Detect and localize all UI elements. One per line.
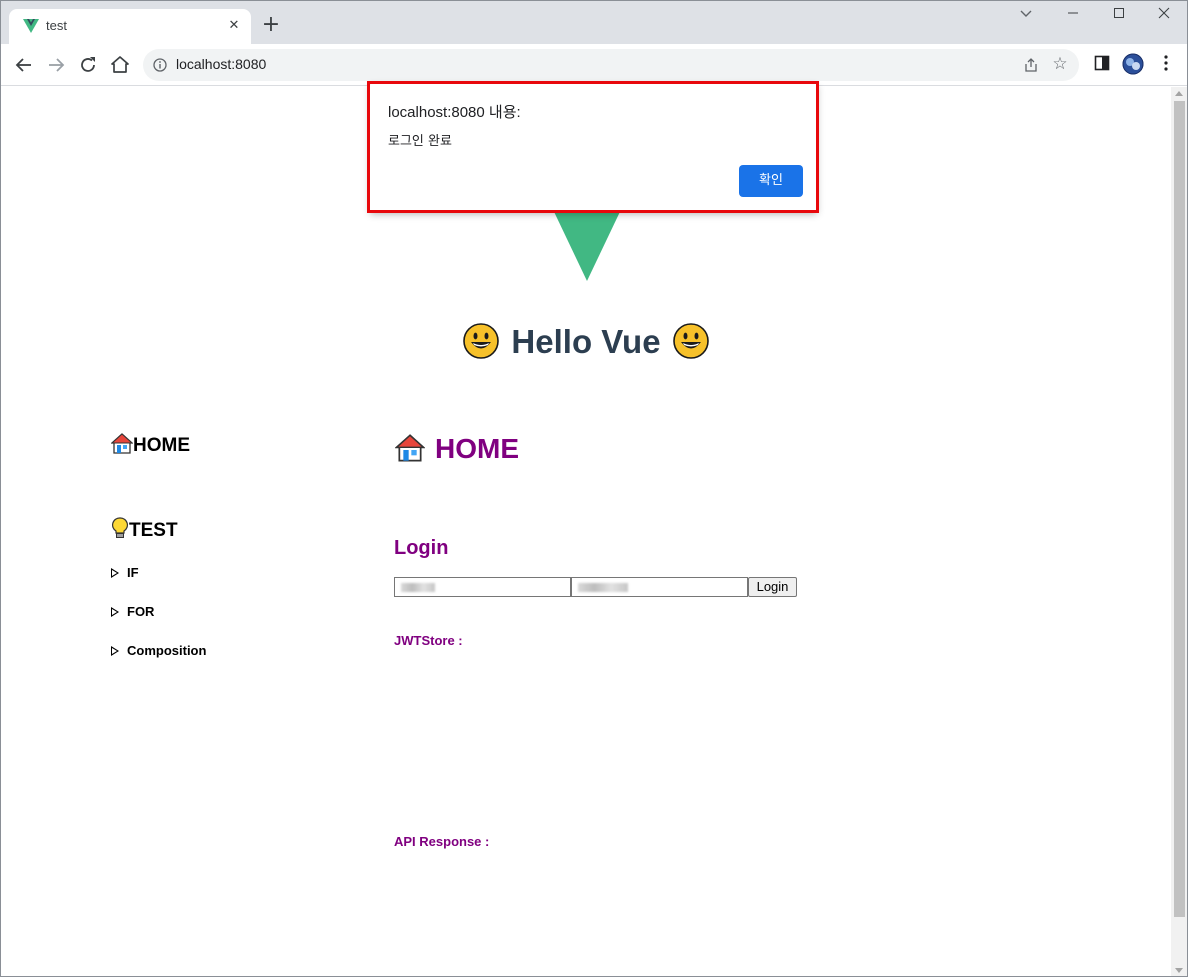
sidebar-item-composition[interactable]: Composition (111, 643, 206, 658)
jwt-store-label: JWTStore : (394, 633, 463, 648)
sidebar-item-label: Composition (127, 643, 207, 658)
browser-window: test ✕ + localhost:8080 ☆ Hello Vue HOME… (0, 0, 1188, 977)
more-menu-icon[interactable] (1159, 54, 1173, 76)
maximize-button[interactable] (1104, 5, 1134, 27)
minimize-button[interactable] (1058, 5, 1088, 27)
back-button[interactable] (11, 52, 37, 78)
hello-text: Hello Vue (511, 323, 661, 360)
login-title: Login (394, 537, 449, 559)
scroll-up-icon[interactable] (1175, 91, 1183, 96)
address-bar[interactable]: localhost:8080 ☆ (143, 49, 1079, 81)
home-button[interactable] (107, 52, 133, 78)
sidebar-home-label: HOME (133, 435, 190, 456)
api-response-label: API Response : (394, 834, 490, 849)
forward-arrow-icon (49, 58, 65, 72)
profile-avatar[interactable] (1122, 53, 1144, 79)
house-icon (110, 433, 134, 454)
login-button[interactable]: Login (748, 577, 797, 597)
sidebar-item-for[interactable]: FOR (111, 604, 154, 619)
close-tab-icon[interactable]: ✕ (225, 17, 243, 35)
forward-button[interactable] (43, 52, 69, 78)
lightbulb-icon (112, 517, 128, 538)
tab-test[interactable]: test ✕ (9, 9, 251, 44)
share-icon[interactable] (1023, 57, 1039, 73)
sidebar-test-label: TEST (129, 520, 178, 541)
username-input[interactable] (394, 577, 571, 597)
sidebar-home-link[interactable]: HOME (110, 433, 190, 457)
scroll-down-icon[interactable] (1175, 968, 1183, 973)
triangle-right-icon (111, 568, 119, 578)
browser-toolbar: localhost:8080 ☆ (1, 44, 1187, 86)
blurred-value (401, 583, 435, 592)
scrollbar-thumb[interactable] (1174, 101, 1185, 917)
page-scrollbar[interactable] (1171, 87, 1187, 976)
main-home-label: HOME (435, 433, 519, 464)
back-arrow-icon (15, 58, 31, 72)
tab-strip: test ✕ + (1, 1, 1187, 44)
grinning-face-icon (672, 323, 709, 359)
blurred-value (578, 583, 628, 592)
tab-search-icon[interactable] (1011, 5, 1041, 27)
dialog-highlight-box (367, 81, 819, 213)
sidebar-test-heading: TEST (111, 517, 178, 542)
close-window-button[interactable] (1149, 5, 1179, 27)
main-home-title: HOME (394, 433, 519, 465)
triangle-right-icon (111, 607, 119, 617)
url-text: localhost:8080 (176, 56, 267, 72)
bookmark-star-icon[interactable]: ☆ (1050, 54, 1070, 74)
page-content: Hello Vue HOME TEST IF FOR Composition H… (1, 87, 1171, 976)
house-icon (394, 434, 426, 462)
sidebar-item-label: IF (127, 565, 139, 580)
vue-favicon-icon (23, 19, 39, 33)
home-icon (111, 56, 129, 73)
new-tab-button[interactable]: + (259, 14, 283, 38)
side-panel-icon[interactable] (1093, 54, 1111, 76)
triangle-right-icon (111, 646, 119, 656)
reload-button[interactable] (75, 52, 101, 78)
reload-icon (81, 57, 95, 72)
grinning-face-icon (463, 323, 500, 359)
password-input[interactable] (571, 577, 748, 597)
site-info-icon[interactable] (153, 58, 167, 72)
tab-title: test (46, 18, 67, 33)
sidebar-item-label: FOR (127, 604, 155, 619)
sidebar-item-if[interactable]: IF (111, 565, 139, 580)
hello-heading: Hello Vue (1, 323, 1171, 361)
